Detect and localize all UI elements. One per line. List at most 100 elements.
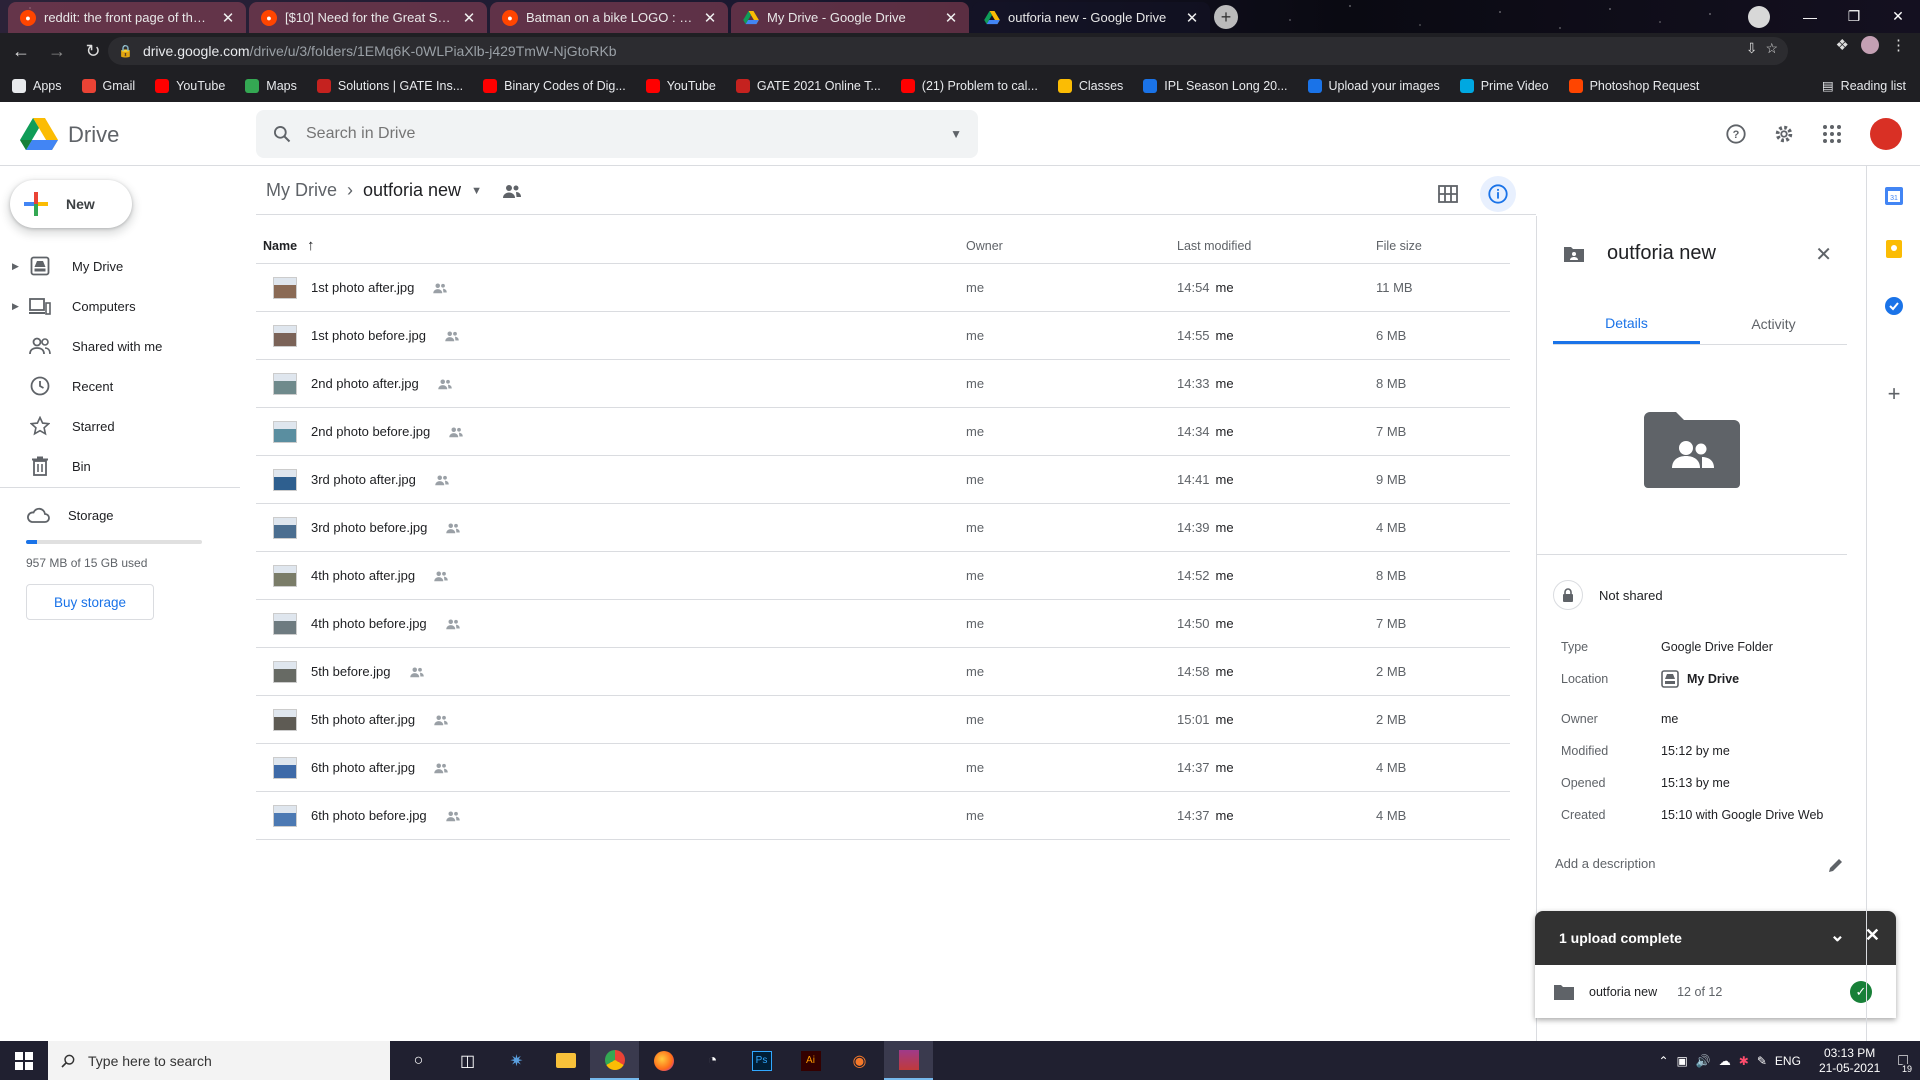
close-tab-icon[interactable]: ✕	[220, 9, 236, 27]
bookmark-item[interactable]: Upload your images	[1307, 78, 1440, 93]
search-bar[interactable]: ▼	[256, 110, 978, 158]
speedometer-icon[interactable]: ◔	[688, 1041, 737, 1080]
bookmark-item[interactable]: YouTube	[155, 78, 225, 93]
table-row[interactable]: 6th photo after.jpg me 14:37 me 4 MB	[256, 744, 1510, 792]
settings-gear-icon[interactable]	[1766, 116, 1802, 152]
table-row[interactable]: 5th before.jpg me 14:58 me 2 MB	[256, 648, 1510, 696]
sidebar-item-shared-with-me[interactable]: ▶Shared with me	[0, 326, 240, 366]
bookmark-item[interactable]: YouTube	[645, 78, 716, 93]
bookmark-item[interactable]: Binary Codes of Dig...	[483, 78, 626, 93]
photoshop-icon[interactable]: Ps	[737, 1041, 786, 1080]
sort-arrow-up-icon[interactable]: ↑	[307, 237, 315, 254]
file-explorer-icon[interactable]	[541, 1041, 590, 1080]
sidebar-item-my-drive[interactable]: ▶ My Drive	[0, 246, 240, 286]
bookmark-item[interactable]: IPL Season Long 20...	[1143, 78, 1288, 93]
table-row[interactable]: 1st photo after.jpg me 14:54 me 11 MB	[256, 264, 1510, 312]
reload-icon[interactable]: ↻	[78, 36, 108, 66]
taskbar-search[interactable]: Type here to search	[48, 1041, 390, 1080]
bookmark-item[interactable]: Apps	[12, 78, 62, 93]
close-window-icon[interactable]: ✕	[1876, 0, 1920, 33]
add-addon-icon[interactable]: +	[1884, 381, 1904, 406]
extensions-icon[interactable]: ❖	[1836, 36, 1849, 54]
close-details-icon[interactable]: ✕	[1815, 242, 1832, 267]
chevron-down-icon[interactable]: ▼	[471, 185, 482, 197]
sidebar-item-computers[interactable]: ▶ Computers	[0, 286, 240, 326]
illustrator-icon[interactable]: Ai	[786, 1041, 835, 1080]
table-row[interactable]: 3rd photo after.jpg me 14:41 me 9 MB	[256, 456, 1510, 504]
grid-view-icon[interactable]	[1430, 176, 1466, 212]
bookmark-item[interactable]: Classes	[1057, 78, 1123, 93]
account-avatar[interactable]	[1870, 118, 1902, 150]
apps-grid-icon[interactable]	[1814, 116, 1850, 152]
prop-location-value[interactable]: My Drive	[1661, 670, 1739, 688]
add-description[interactable]: Add a description	[1555, 856, 1845, 874]
bookmark-star-icon[interactable]: ☆	[1765, 40, 1778, 57]
back-icon[interactable]: ←	[6, 36, 36, 66]
modified-column-header[interactable]: Last modified	[1176, 239, 1376, 253]
sidebar-item-recent[interactable]: ▶Recent	[0, 366, 240, 406]
minimize-icon[interactable]: —	[1788, 0, 1832, 33]
buy-storage-button[interactable]: Buy storage	[26, 584, 154, 620]
bookmark-item[interactable]: Prime Video	[1459, 78, 1549, 93]
menu-dots-icon[interactable]: ⋮	[1891, 36, 1906, 54]
search-options-icon[interactable]: ▼	[950, 127, 962, 141]
new-button[interactable]: New	[10, 180, 132, 228]
table-row[interactable]: 2nd photo after.jpg me 14:33 me 8 MB	[256, 360, 1510, 408]
browser-tab[interactable]: ● [$10] Need for the Great Salt Lak ✕	[249, 2, 487, 33]
browser-tab[interactable]: ● Batman on a bike LOGO : Photo ✕	[490, 2, 728, 33]
bookmark-item[interactable]: (21) Problem to cal...	[900, 78, 1038, 93]
onedrive-icon[interactable]: ☁	[1719, 1054, 1731, 1068]
reading-list[interactable]: ▤ Reading list	[1822, 78, 1906, 94]
app-icon-tools[interactable]: ✷	[492, 1041, 541, 1080]
table-row[interactable]: 4th photo before.jpg me 14:50 me 7 MB	[256, 600, 1510, 648]
task-view-icon[interactable]: ◫	[443, 1041, 492, 1080]
table-row[interactable]: 3rd photo before.jpg me 14:39 me 4 MB	[256, 504, 1510, 552]
sidebar-item-bin[interactable]: ▶Bin	[0, 446, 240, 486]
breadcrumb-my-drive[interactable]: My Drive	[266, 180, 337, 201]
close-tab-icon[interactable]: ✕	[1184, 9, 1200, 27]
bookmark-item[interactable]: Solutions | GATE Ins...	[316, 78, 463, 93]
shared-folder-icon[interactable]	[502, 183, 522, 199]
clock[interactable]: 03:13 PM 21-05-2021	[1819, 1046, 1880, 1076]
browser-tab[interactable]: outforia new - Google Drive ✕	[972, 2, 1210, 33]
keep-icon[interactable]	[1884, 239, 1904, 259]
edit-pencil-icon[interactable]	[1827, 856, 1845, 874]
browser-profile-icon[interactable]	[1748, 6, 1770, 28]
sidebar-item-starred[interactable]: ▶Starred	[0, 406, 240, 446]
table-row[interactable]: 4th photo after.jpg me 14:52 me 8 MB	[256, 552, 1510, 600]
name-column-header[interactable]: Name ↑	[256, 237, 961, 254]
cortana-icon[interactable]: ○	[394, 1041, 443, 1080]
browser-tab[interactable]: ● reddit: the front page of the inte ✕	[8, 2, 246, 33]
install-icon[interactable]: ⇩	[1746, 40, 1758, 57]
table-row[interactable]: 1st photo before.jpg me 14:55 me 6 MB	[256, 312, 1510, 360]
windows-start-icon[interactable]	[0, 1041, 48, 1080]
forward-icon[interactable]: →	[42, 36, 72, 66]
sharing-status[interactable]: Not shared	[1553, 580, 1663, 610]
storage-link[interactable]: Storage	[26, 506, 226, 524]
breadcrumb-current-folder[interactable]: outforia new	[363, 180, 461, 201]
table-row[interactable]: 6th photo before.jpg me 14:37 me 4 MB	[256, 792, 1510, 840]
pen-icon[interactable]: ✎	[1757, 1054, 1767, 1068]
bookmark-item[interactable]: Maps	[245, 78, 297, 93]
blender-icon[interactable]: ◉	[835, 1041, 884, 1080]
collapse-chevron-icon[interactable]: ⌄	[1830, 925, 1845, 946]
bookmark-item[interactable]: Gmail	[81, 78, 135, 93]
close-tab-icon[interactable]: ✕	[461, 9, 477, 27]
table-row[interactable]: 5th photo after.jpg me 15:01 me 2 MB	[256, 696, 1510, 744]
bookmark-item[interactable]: Photoshop Request	[1568, 78, 1699, 93]
tab-details[interactable]: Details	[1553, 304, 1700, 344]
chrome-icon[interactable]	[590, 1041, 639, 1080]
search-input[interactable]	[306, 125, 951, 143]
calendar-icon[interactable]: 31	[1884, 186, 1904, 206]
new-tab-button[interactable]: +	[1214, 5, 1238, 29]
firefox-icon[interactable]	[639, 1041, 688, 1080]
expand-arrow-icon[interactable]: ▶	[12, 301, 26, 312]
notifications-icon[interactable]: □ 19	[1898, 1052, 1914, 1074]
url-bar[interactable]: 🔒 drive.google.com/drive/u/3/folders/1EM…	[108, 37, 1788, 65]
tab-activity[interactable]: Activity	[1700, 304, 1847, 344]
search-icon[interactable]	[272, 124, 292, 144]
restore-icon[interactable]: ❐	[1832, 0, 1876, 33]
info-icon[interactable]	[1480, 176, 1516, 212]
volume-icon[interactable]: 🔊	[1696, 1054, 1711, 1068]
tray-expand-icon[interactable]: ⌃	[1658, 1054, 1668, 1068]
